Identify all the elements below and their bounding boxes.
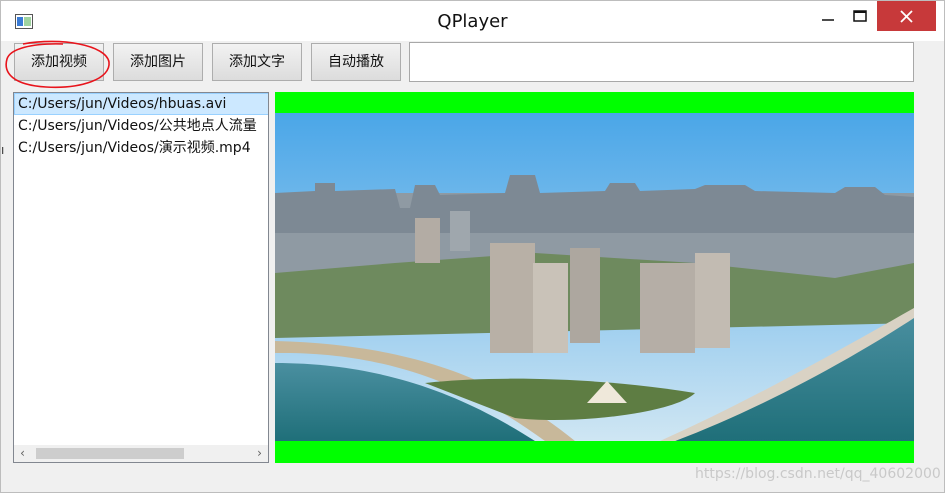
scroll-left-icon[interactable]: ‹	[14, 445, 31, 462]
title-bar: QPlayer	[1, 1, 944, 41]
close-button[interactable]	[877, 1, 936, 31]
add-text-button[interactable]: 添加文字	[212, 43, 302, 81]
app-window: QPlayer 添加视频 添加图片 添加文字 自动播放 ı C:/Users/j…	[0, 0, 945, 493]
playlist-item[interactable]: C:/Users/jun/Videos/hbuas.avi	[14, 93, 268, 115]
watermark: https://blog.csdn.net/qq_40602000	[695, 466, 941, 482]
playlist-item[interactable]: C:/Users/jun/Videos/演示视频.mp4	[14, 137, 268, 159]
horizontal-scrollbar[interactable]: ‹ ›	[14, 445, 268, 462]
playlist[interactable]: C:/Users/jun/Videos/hbuas.avi C:/Users/j…	[13, 92, 269, 463]
autoplay-button[interactable]: 自动播放	[311, 43, 401, 81]
scroll-right-icon[interactable]: ›	[251, 445, 268, 462]
minimize-button[interactable]	[811, 1, 845, 31]
text-input[interactable]	[409, 42, 914, 82]
scrollbar-thumb[interactable]	[36, 448, 184, 459]
maximize-button[interactable]	[843, 1, 877, 31]
add-video-button[interactable]: 添加视频	[14, 43, 104, 81]
add-image-button[interactable]: 添加图片	[113, 43, 203, 81]
window-title: QPlayer	[437, 11, 508, 32]
video-frame-image	[275, 113, 914, 441]
playlist-item[interactable]: C:/Users/jun/Videos/公共地点人流量	[14, 115, 268, 137]
stray-mark: ı	[1, 143, 5, 157]
video-player[interactable]	[275, 92, 914, 463]
